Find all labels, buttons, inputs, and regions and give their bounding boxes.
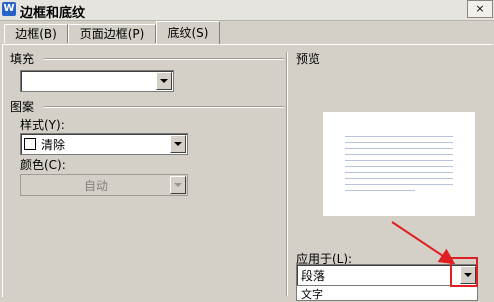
annotation-arrow [391,221,456,265]
tab-shading[interactable]: 底纹(S) [156,21,220,44]
annotation-highlight-box [450,257,478,287]
